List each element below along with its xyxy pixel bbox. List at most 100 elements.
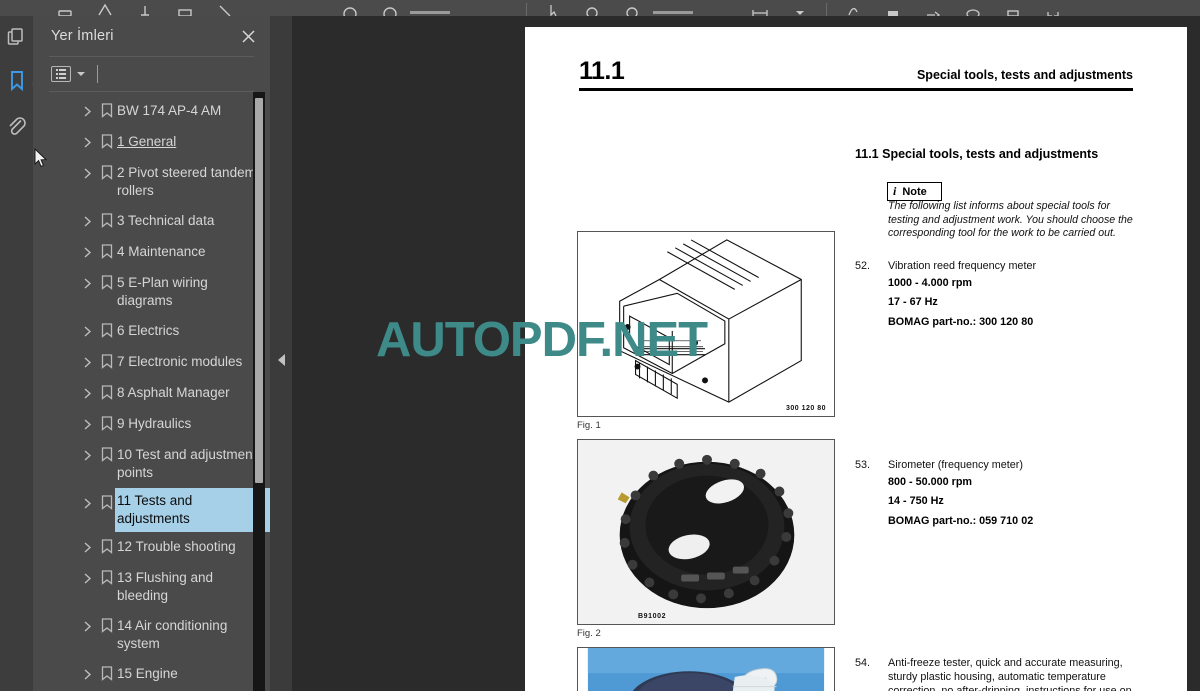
fit-dropdown-icon[interactable]	[780, 0, 820, 16]
bookmark-item-icon	[101, 134, 113, 154]
zoom-in-icon[interactable]	[613, 0, 653, 16]
chevron-right-icon[interactable]	[82, 355, 94, 368]
chevron-right-icon[interactable]	[82, 214, 94, 227]
export-icon[interactable]	[873, 0, 913, 16]
bookmark-item[interactable]: 13 Flushing and bleeding	[33, 563, 270, 611]
bookmark-item[interactable]: 6 Electrics	[33, 316, 270, 347]
bookmark-item-icon	[101, 103, 113, 123]
bookmark-item[interactable]: 5 E-Plan wiring diagrams	[33, 268, 270, 316]
zoom-level-field[interactable]	[653, 0, 693, 16]
chevron-right-icon[interactable]	[82, 276, 94, 289]
fullscreen-icon[interactable]	[1033, 0, 1073, 16]
item-spec: BOMAG part-no.: 059 710 02	[888, 514, 1034, 527]
bookmark-item[interactable]: 1 General	[33, 127, 270, 158]
add-text-icon[interactable]	[125, 0, 165, 16]
bookmark-item-icon	[101, 495, 113, 515]
item-number: 53.	[855, 459, 871, 471]
panel-title: Yer İmleri	[51, 28, 114, 44]
bookmark-item-label: 5 E-Plan wiring diagrams	[117, 275, 208, 308]
chevron-right-icon[interactable]	[82, 619, 94, 632]
bookmarks-scroll-area: BW 174 AP-4 AM 1 General 2 Pivot steered t…	[33, 92, 270, 691]
bookmark-item-icon	[101, 416, 113, 436]
figure-2-image: B91002	[577, 439, 835, 625]
toolbar-divider	[97, 65, 98, 83]
figure-2-caption: Fig. 2	[577, 628, 601, 639]
zoom-out-icon[interactable]	[573, 0, 613, 16]
chevron-down-icon[interactable]	[77, 72, 85, 76]
bookmarks-scrollbar-thumb[interactable]	[255, 98, 263, 483]
chevron-right-icon[interactable]	[82, 540, 94, 553]
header-rule	[579, 88, 1133, 91]
share-icon[interactable]	[913, 0, 953, 16]
item-number: 52.	[855, 260, 871, 272]
sidebar-item-attachments[interactable]	[0, 106, 33, 151]
page-number-field[interactable]	[410, 0, 450, 16]
bookmark-item-label: 2 Pivot steered tandem rollers	[117, 165, 256, 198]
bookmark-item[interactable]: 11 Tests and adjustments	[33, 487, 270, 533]
chevron-right-icon[interactable]	[82, 104, 94, 117]
print-icon[interactable]	[993, 0, 1033, 16]
anti-freeze-tester-photo	[587, 648, 825, 691]
chevron-right-icon[interactable]	[82, 135, 94, 148]
bookmark-item[interactable]: 15 Engine	[33, 659, 270, 690]
bookmark-item[interactable]: 14 Air conditioning system	[33, 611, 270, 659]
chevron-right-icon[interactable]	[82, 324, 94, 337]
sidebar-item-page-thumbnails[interactable]	[0, 16, 33, 61]
bookmark-icon	[8, 70, 26, 97]
bookmark-item-label: 14 Air conditioning system	[117, 618, 228, 651]
bookmark-item[interactable]: 10 Test and adjustment points	[33, 440, 270, 488]
bookmark-item-label: 6 Electrics	[117, 323, 180, 338]
fit-width-icon[interactable]	[740, 0, 780, 16]
bookmark-item-icon	[101, 447, 113, 467]
stamp-icon[interactable]	[165, 0, 205, 16]
bookmark-item[interactable]: 3 Technical data	[33, 206, 270, 237]
tool-item-53: 53. Sirometer (frequency meter) 800 - 50…	[855, 459, 1140, 531]
close-icon[interactable]	[238, 26, 258, 46]
bookmark-item[interactable]: BW 174 AP-4 AM	[33, 96, 270, 127]
bookmark-item[interactable]: 4 Maintenance	[33, 237, 270, 268]
chevron-right-icon[interactable]	[82, 166, 94, 179]
bookmark-item[interactable]: 9 Hydraulics	[33, 409, 270, 440]
options-list-icon[interactable]	[51, 66, 71, 82]
header-chapter-title: Special tools, tests and adjustments	[916, 68, 1133, 82]
sidebar-item-bookmarks[interactable]	[0, 61, 33, 106]
left-icon-rail	[0, 16, 33, 691]
comment-icon[interactable]	[953, 0, 993, 16]
bookmark-item[interactable]: 8 Asphalt Manager	[33, 378, 270, 409]
rotate-right-icon[interactable]	[370, 0, 410, 16]
save-icon[interactable]	[45, 0, 85, 16]
collapse-panel-icon[interactable]	[278, 354, 285, 366]
bookmark-item-icon	[101, 244, 113, 264]
bookmark-item[interactable]: 2 Pivot steered tandem rollers	[33, 158, 270, 206]
sign-icon[interactable]	[833, 0, 873, 16]
chevron-right-icon[interactable]	[82, 448, 94, 461]
draw-icon[interactable]	[205, 0, 245, 16]
bookmark-item[interactable]: 7 Electronic modules	[33, 347, 270, 378]
highlight-icon[interactable]	[85, 0, 125, 16]
chevron-right-icon[interactable]	[82, 417, 94, 430]
item-number: 54.	[855, 657, 871, 669]
figure-2-code: B91002	[638, 613, 667, 620]
bookmark-item-label: BW 174 AP-4 AM	[117, 103, 222, 118]
panel-splitter[interactable]	[270, 16, 292, 691]
bookmarks-scrollbar[interactable]	[253, 92, 265, 691]
chevron-right-icon[interactable]	[82, 386, 94, 399]
paperclip-icon	[6, 115, 27, 142]
chevron-right-icon[interactable]	[82, 571, 94, 584]
rotate-left-icon[interactable]	[330, 0, 370, 16]
chevron-right-icon[interactable]	[82, 667, 94, 680]
item-spec: BOMAG part-no.: 300 120 80	[888, 315, 1034, 328]
item-title: Anti-freeze tester, quick and accurate m…	[888, 657, 1132, 691]
bookmark-item-label: 9 Hydraulics	[117, 416, 192, 431]
mouse-cursor	[34, 147, 48, 173]
bookmark-item[interactable]: 12 Trouble shooting	[33, 532, 270, 563]
header-chapter-number: 11.1	[579, 57, 625, 85]
chevron-right-icon[interactable]	[82, 245, 94, 258]
bookmark-item-icon	[101, 385, 113, 405]
bookmark-item-icon	[101, 570, 113, 590]
bookmark-item-label: 3 Technical data	[117, 213, 215, 228]
select-tool-icon[interactable]	[533, 0, 573, 16]
chevron-right-icon[interactable]	[82, 496, 94, 509]
top-toolbar	[0, 0, 1200, 16]
item-title: Vibration reed frequency meter	[888, 260, 1037, 272]
